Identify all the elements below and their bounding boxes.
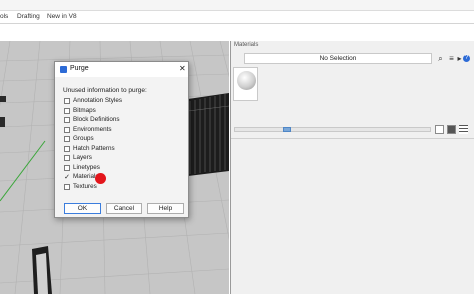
option-bitmaps[interactable]: Bitmaps	[64, 107, 164, 116]
slider-knob[interactable]	[283, 127, 291, 132]
option-groups[interactable]: Groups	[64, 135, 164, 144]
checkbox[interactable]	[64, 117, 70, 123]
selection-field[interactable]: No Selection	[244, 53, 432, 64]
option-linetypes[interactable]: Linetypes	[64, 164, 164, 173]
checkbox[interactable]	[64, 107, 70, 114]
cancel-button[interactable]: Cancel	[106, 203, 142, 214]
option-label: Linetypes	[73, 163, 100, 171]
command-area	[0, 24, 474, 41]
option-label: Groups	[73, 135, 94, 142]
option-label: Block Definitions	[73, 116, 120, 123]
app-window: ols Drafting New in V8 Materials No Sele…	[0, 0, 474, 294]
tab-drafting[interactable]: Drafting	[17, 13, 40, 20]
option-environments[interactable]: Environments	[64, 126, 164, 135]
option-block-definitions[interactable]: Block Definitions	[64, 116, 164, 125]
list-view-icon[interactable]	[459, 125, 468, 134]
option-label: Hatch Patterns	[73, 144, 115, 152]
help-button[interactable]: Help	[147, 203, 184, 214]
menu-tabs: ols Drafting New in V8	[0, 11, 474, 24]
option-label: Annotation Styles	[73, 97, 123, 104]
dialog-title: Purge	[70, 65, 89, 72]
purge-prompt: Unused information to purge:	[63, 87, 147, 94]
material-properties-area	[231, 138, 474, 294]
large-view-icon[interactable]	[447, 125, 456, 134]
purge-dialog: Purge ✕ Unused information to purge: Ann…	[54, 61, 189, 218]
grid-view-icon[interactable]	[435, 125, 444, 134]
option-annotation-styles[interactable]: Annotation Styles	[64, 97, 164, 106]
top-toolbar	[0, 0, 474, 11]
option-materials[interactable]: ✓ Materials	[64, 173, 164, 182]
materials-panel: Materials No Selection ⌕ ≡ ▸ ?	[230, 41, 474, 294]
panel-title: Materials	[234, 42, 259, 48]
option-label: Environments	[73, 125, 112, 133]
checkbox[interactable]	[64, 155, 70, 161]
rhino-icon	[60, 66, 67, 73]
search-icon[interactable]: ⌕	[436, 54, 445, 63]
checkbox[interactable]	[64, 126, 70, 133]
option-layers[interactable]: Layers	[64, 154, 164, 163]
ok-button[interactable]: OK	[64, 203, 101, 214]
material-thumbnail[interactable]	[233, 67, 258, 101]
tab-new-in-v8[interactable]: New in V8	[47, 13, 77, 20]
thumbnail-size-slider[interactable]	[234, 127, 431, 132]
checkbox[interactable]	[64, 183, 70, 190]
option-hatch-patterns[interactable]: Hatch Patterns	[64, 145, 164, 154]
option-label: Textures	[73, 182, 97, 190]
checkbox[interactable]	[64, 145, 70, 152]
option-textures[interactable]: Textures	[64, 183, 164, 192]
checkbox[interactable]	[64, 98, 70, 104]
dialog-titlebar[interactable]: Purge ✕	[55, 62, 188, 77]
close-icon[interactable]: ✕	[179, 64, 186, 73]
click-marker	[95, 173, 106, 184]
option-label: Bitmaps	[73, 106, 96, 114]
help-icon[interactable]: ?	[463, 55, 470, 62]
material-sphere-icon	[237, 71, 256, 90]
option-label: Layers	[73, 154, 92, 161]
tab-tools[interactable]: ols	[0, 13, 8, 20]
checkbox-checked[interactable]: ✓	[64, 174, 70, 181]
checkbox[interactable]	[64, 164, 70, 171]
checkbox[interactable]	[64, 136, 70, 142]
